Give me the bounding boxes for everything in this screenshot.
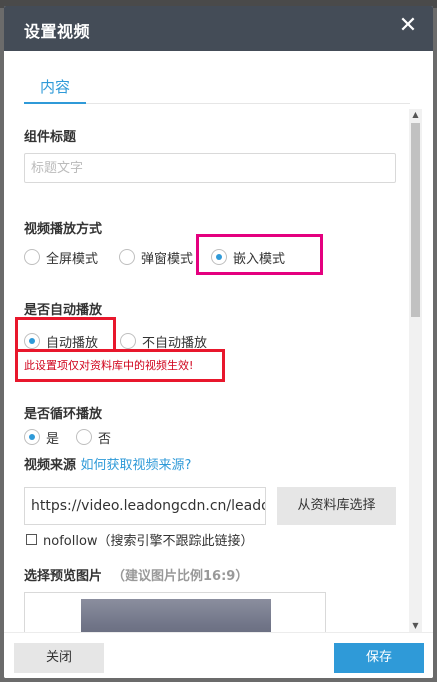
radio-dot-selected bbox=[24, 429, 40, 445]
highlight-embed-mode bbox=[196, 234, 323, 275]
radio-loop-yes[interactable]: 是 bbox=[24, 426, 59, 448]
nofollow-label: nofollow（搜索引擎不跟踪此链接） bbox=[43, 533, 254, 549]
close-icon[interactable]: ✕ bbox=[397, 15, 419, 37]
highlight-autoplay bbox=[15, 317, 116, 353]
nofollow-checkbox[interactable] bbox=[26, 533, 37, 545]
dialog-title: 设置视频 bbox=[24, 22, 91, 41]
radio-label: 弹窗模式 bbox=[141, 251, 194, 267]
radio-dot bbox=[76, 429, 92, 445]
tab-content[interactable]: 内容 bbox=[24, 75, 87, 104]
select-from-library-button[interactable]: 从资料库选择 bbox=[277, 487, 396, 525]
radio-dot bbox=[120, 333, 136, 349]
nofollow-row: nofollow（搜索引擎不跟踪此链接） bbox=[26, 530, 254, 549]
preview-image-hint: （建议图片比例16:9） bbox=[112, 569, 249, 584]
scroll-up-arrow-icon[interactable]: ▲ bbox=[409, 109, 422, 121]
close-button[interactable]: 关闭 bbox=[14, 643, 104, 673]
radio-dot bbox=[119, 249, 135, 265]
preview-image-thumbnail bbox=[81, 599, 271, 632]
radio-label: 全屏模式 bbox=[46, 251, 99, 267]
dialog-footer: 关闭 保存 bbox=[4, 632, 433, 678]
loop-label: 是否循环播放 bbox=[24, 407, 103, 422]
vertical-scrollbar[interactable]: ▲ ▼ bbox=[409, 109, 422, 632]
component-title-input[interactable]: 标题文字 bbox=[24, 153, 396, 183]
radio-fullscreen-mode[interactable]: 全屏模式 bbox=[24, 246, 98, 268]
preview-image-box[interactable] bbox=[24, 592, 326, 632]
radio-label: 否 bbox=[98, 431, 112, 447]
play-mode-label: 视频播放方式 bbox=[24, 222, 103, 237]
radio-loop-no[interactable]: 否 bbox=[76, 426, 111, 448]
scroll-down-arrow-icon[interactable]: ▼ bbox=[409, 620, 422, 632]
settings-scroll-area[interactable]: 组件标题 标题文字 视频播放方式 全屏模式 弹窗模式 嵌入模式 是否自动播放 自… bbox=[4, 106, 433, 632]
save-button[interactable]: 保存 bbox=[334, 643, 424, 673]
autoplay-label: 是否自动播放 bbox=[24, 303, 103, 318]
radio-label: 是 bbox=[46, 431, 60, 447]
autoplay-note: 此设置项仅对资料库中的视频生效! bbox=[24, 359, 194, 372]
how-to-get-source-link[interactable]: 如何获取视频来源? bbox=[81, 458, 192, 473]
loop-radio-group: 是 否 bbox=[24, 426, 144, 448]
video-url-input[interactable]: https://video.leadongcdn.cn/leadong bbox=[24, 487, 266, 525]
tab-bar: 内容 bbox=[24, 75, 410, 104]
component-title-label: 组件标题 bbox=[24, 130, 77, 145]
radio-dot bbox=[24, 249, 40, 265]
dialog-header: 设置视频 ✕ bbox=[4, 6, 433, 51]
video-source-label-text: 视频来源 bbox=[24, 458, 77, 473]
radio-label: 不自动播放 bbox=[142, 335, 208, 351]
video-source-label: 视频来源 如何获取视频来源? bbox=[24, 454, 191, 473]
preview-image-label-text: 选择预览图片 bbox=[24, 569, 103, 584]
scrollbar-thumb[interactable] bbox=[411, 123, 420, 317]
video-settings-dialog: 设置视频 ✕ 内容 组件标题 标题文字 视频播放方式 全屏模式 弹窗模式 嵌入模… bbox=[4, 6, 433, 678]
preview-image-label: 选择预览图片 （建议图片比例16:9） bbox=[24, 565, 248, 584]
radio-popup-mode[interactable]: 弹窗模式 bbox=[119, 246, 193, 268]
